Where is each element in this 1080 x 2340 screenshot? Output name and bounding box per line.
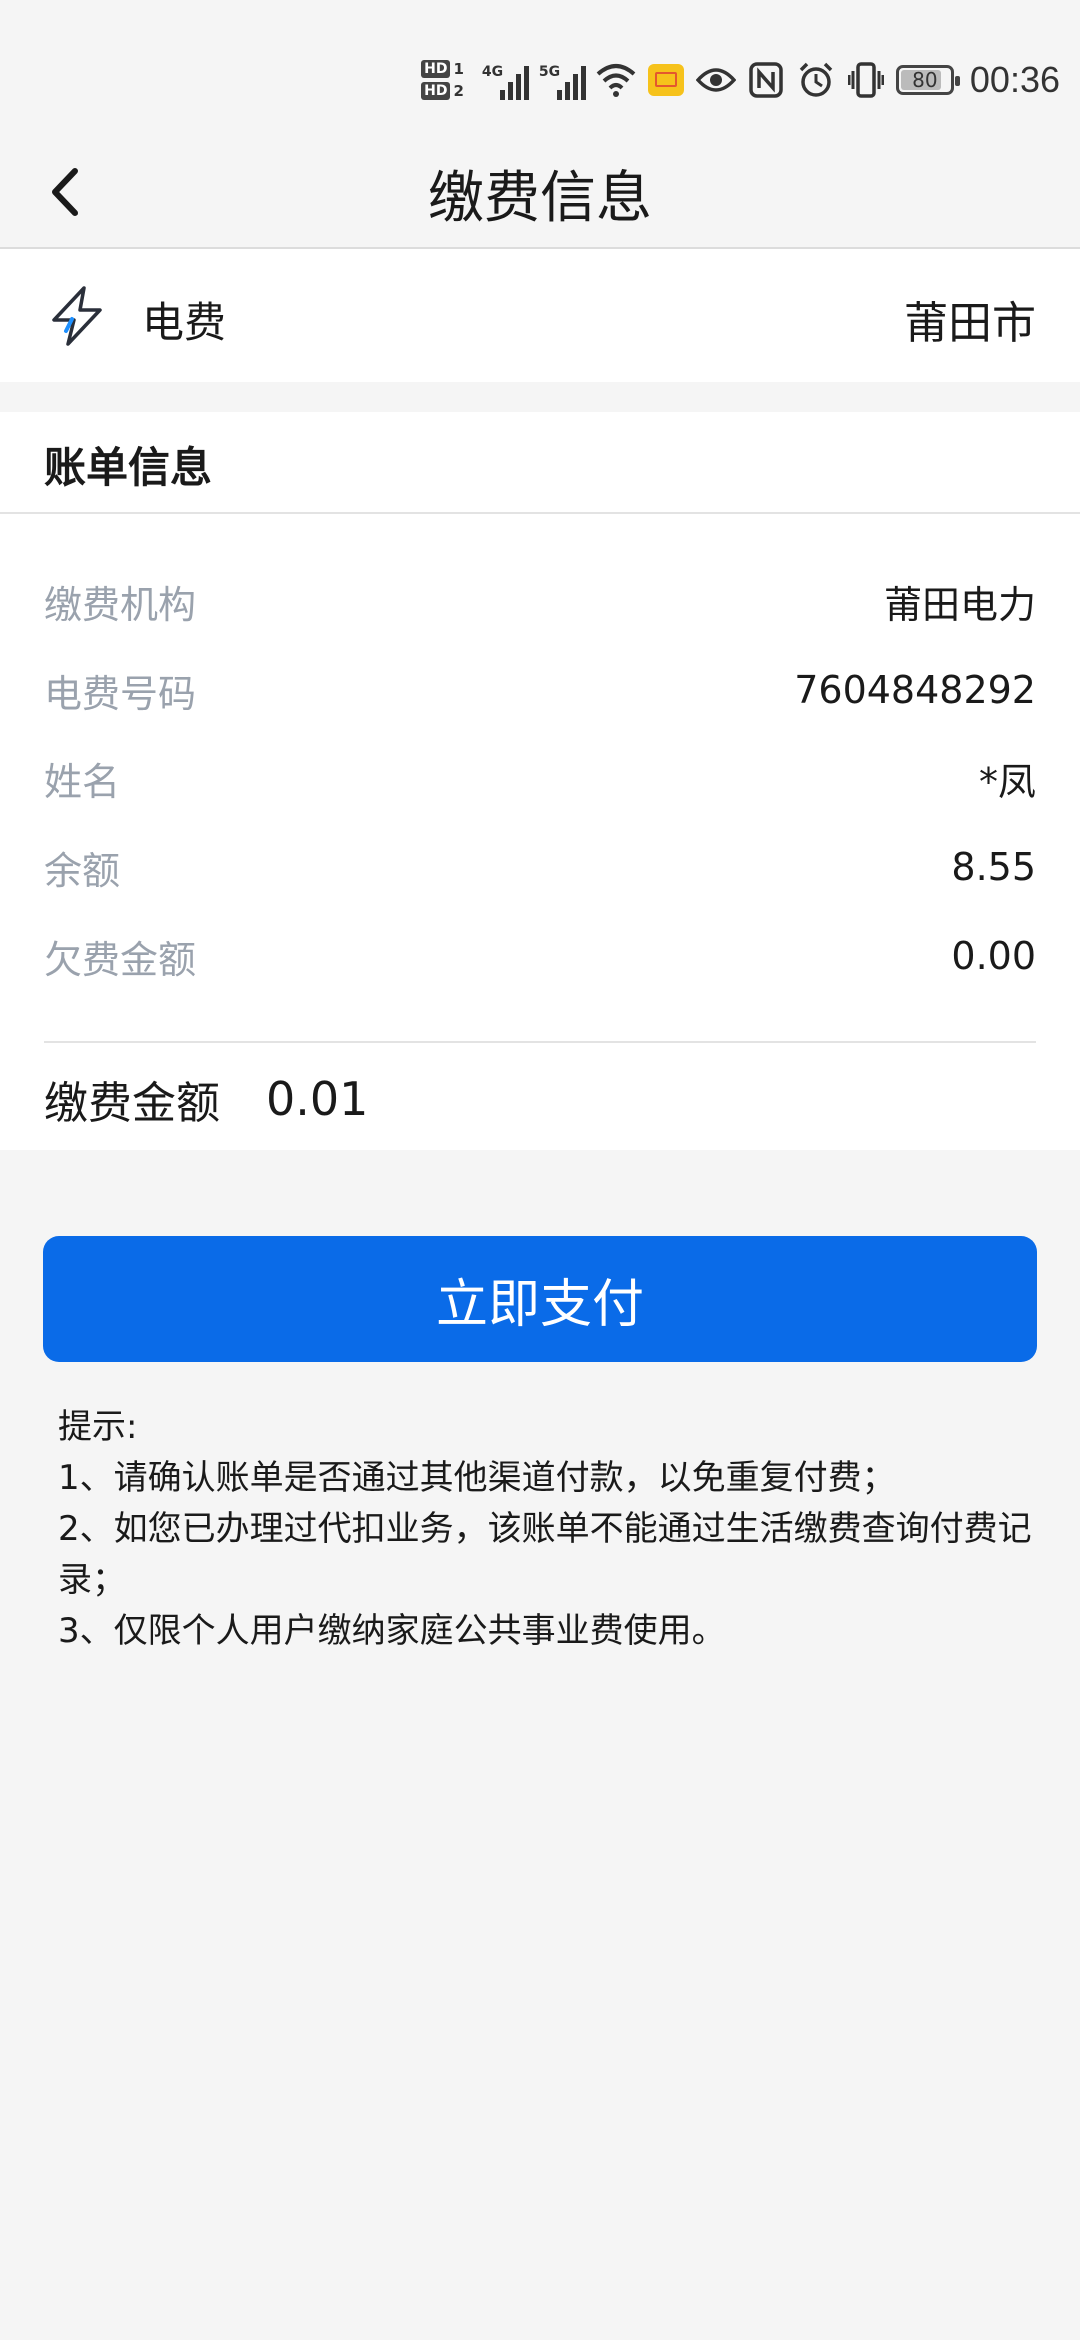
hd1-indicator: HD 1 <box>421 60 464 78</box>
screen: HD 1 HD 2 4G 5G 80 00:36 缴费信息 电费 莆田市 账单信… <box>0 0 1080 2340</box>
signal-5g-icon: 5G <box>539 60 586 100</box>
bill-value: 8.55 <box>951 845 1036 889</box>
divider <box>0 512 1080 514</box>
pay-now-button[interactable]: 立即支付 <box>43 1236 1037 1362</box>
lightning-icon <box>52 286 102 346</box>
hd2-indicator: HD 2 <box>421 82 464 100</box>
hd-indicators: HD 1 HD 2 <box>421 60 464 100</box>
tips-title: 提示: <box>58 1407 138 1447</box>
bill-value: 7604848292 <box>794 668 1036 712</box>
payment-amount-input[interactable] <box>266 1072 666 1126</box>
bill-label: 欠费金额 <box>44 937 197 982</box>
nfc-icon <box>746 60 786 100</box>
bill-label: 缴费机构 <box>44 582 197 627</box>
service-name: 电费 <box>142 298 227 347</box>
bill-row-account-number: 电费号码 7604848292 <box>44 660 1036 720</box>
bill-row-arrears: 欠费金额 0.00 <box>44 926 1036 986</box>
service-city: 莆田市 <box>904 298 1036 349</box>
status-time: 00:36 <box>969 59 1060 100</box>
bill-card: 账单信息 缴费机构 莆田电力 电费号码 7604848292 姓名 *凤 余额 … <box>0 412 1080 1150</box>
bill-row-institution: 缴费机构 莆田电力 <box>44 571 1036 631</box>
battery-icon: 80 <box>895 65 960 95</box>
bill-value: *凤 <box>978 759 1036 804</box>
bill-label: 余额 <box>44 848 121 893</box>
page-title: 缴费信息 <box>428 166 652 231</box>
status-bar: HD 1 HD 2 4G 5G 80 00:36 <box>0 0 1080 135</box>
wifi-icon <box>596 60 636 100</box>
divider <box>44 1041 1036 1043</box>
payment-amount-row: 缴费金额 <box>44 1064 1036 1134</box>
payment-amount-label: 缴费金额 <box>44 1078 220 1129</box>
bill-label: 电费号码 <box>44 671 197 716</box>
bill-label: 姓名 <box>44 759 121 804</box>
tip-line: 3、仅限个人用户缴纳家庭公共事业费使用。 <box>58 1611 726 1651</box>
tips-section: 提示: 1、请确认账单是否通过其他渠道付款，以免重复付费； 2、如您已办理过代扣… <box>58 1402 1038 1657</box>
bill-value: 0.00 <box>951 934 1036 978</box>
service-row: 电费 莆田市 <box>0 249 1080 382</box>
tip-line: 2、如您已办理过代扣业务，该账单不能通过生活缴费查询付费记录； <box>58 1509 1032 1600</box>
mail-icon <box>646 60 686 100</box>
bill-row-name: 姓名 *凤 <box>44 748 1036 808</box>
alarm-icon <box>796 60 836 100</box>
vibrate-icon <box>846 60 886 100</box>
bill-row-balance: 余额 8.55 <box>44 837 1036 897</box>
nav-header: 缴费信息 <box>0 135 1080 249</box>
bill-value: 莆田电力 <box>883 582 1036 627</box>
tip-line: 1、请确认账单是否通过其他渠道付款，以免重复付费； <box>58 1458 896 1498</box>
signal-4g-icon: 4G <box>482 60 529 100</box>
eye-icon <box>695 60 736 100</box>
bill-section-title: 账单信息 <box>44 443 213 492</box>
status-icons: HD 1 HD 2 4G 5G 80 00:36 <box>421 40 1060 120</box>
